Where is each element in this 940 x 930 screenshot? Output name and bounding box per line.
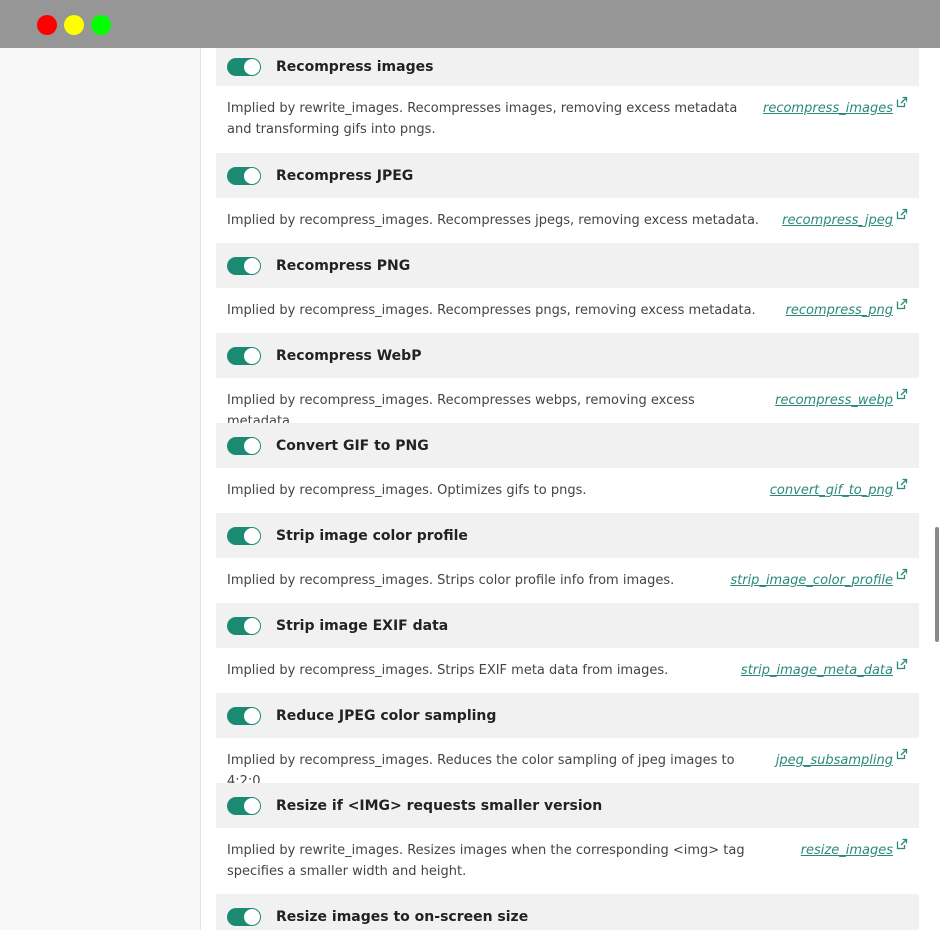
setting-header: Recompress WebP (216, 333, 919, 378)
setting-header: Resize if <IMG> requests smaller version (216, 783, 919, 828)
setting-header: Recompress JPEG (216, 153, 919, 198)
setting-doc-link[interactable]: recompress_webp (775, 390, 893, 411)
setting-toggle[interactable] (227, 706, 261, 725)
setting-body: Implied by recompress_images. Recompress… (216, 378, 919, 429)
external-link-icon (896, 838, 908, 850)
setting-description: Implied by recompress_images. Strips EXI… (227, 663, 669, 678)
setting-header: Strip image color profile (216, 513, 919, 558)
setting-title: Strip image EXIF data (276, 617, 449, 634)
setting-body: Implied by recompress_images. Recompress… (216, 198, 919, 243)
setting-description: Implied by recompress_images. Optimizes … (227, 483, 587, 498)
external-link-icon (896, 568, 908, 580)
setting-title: Resize if <IMG> requests smaller version (276, 797, 603, 814)
settings-list: Recompress images Implied by rewrite_ima… (216, 48, 919, 930)
setting-title: Convert GIF to PNG (276, 437, 429, 454)
setting-title: Recompress WebP (276, 347, 422, 364)
setting-title: Recompress images (276, 59, 434, 75)
setting-header: Reduce JPEG color sampling (216, 693, 919, 738)
window-titlebar (0, 0, 940, 48)
toggle-knob (244, 59, 260, 75)
setting-doc-link[interactable]: recompress_images (763, 98, 893, 119)
external-link-icon (896, 208, 908, 220)
setting-body: Implied by recompress_images. Recompress… (216, 288, 919, 333)
scrollbar-thumb[interactable] (935, 527, 939, 642)
setting-header: Convert GIF to PNG (216, 423, 919, 468)
setting-doc-link[interactable]: convert_gif_to_png (770, 480, 893, 501)
external-link-icon (896, 748, 908, 760)
external-link-icon (896, 298, 908, 310)
setting-title: Resize images to on-screen size (276, 908, 529, 925)
setting-body: Implied by recompress_images. Strips EXI… (216, 648, 919, 693)
setting-title: Strip image color profile (276, 527, 468, 544)
setting-body: Implied by recompress_images. Optimizes … (216, 468, 919, 513)
left-sidebar (0, 48, 201, 930)
external-link-icon (896, 478, 908, 490)
setting-doc-link[interactable]: recompress_jpeg (782, 210, 893, 231)
setting-toggle[interactable] (227, 796, 261, 815)
toggle-knob (244, 908, 260, 925)
setting-description: Implied by rewrite_images. Resizes image… (227, 843, 745, 879)
setting-doc-link[interactable]: resize_images (801, 840, 893, 861)
setting-body: Implied by rewrite_images. Recompresses … (216, 86, 919, 153)
toggle-knob (244, 527, 260, 544)
setting-doc-link[interactable]: recompress_png (786, 300, 894, 321)
setting-description: Implied by recompress_images. Recompress… (227, 213, 760, 228)
setting-toggle[interactable] (227, 526, 261, 545)
external-link-icon (896, 96, 908, 108)
toggle-knob (244, 257, 260, 274)
toggle-knob (244, 617, 260, 634)
close-window-button[interactable] (37, 15, 57, 35)
setting-title: Recompress JPEG (276, 167, 414, 184)
setting-description: Implied by rewrite_images. Recompresses … (227, 101, 738, 137)
setting-description: Implied by recompress_images. Strips col… (227, 573, 675, 588)
setting-title: Recompress PNG (276, 257, 411, 274)
setting-toggle[interactable] (227, 346, 261, 365)
setting-doc-link[interactable]: strip_image_meta_data (741, 660, 893, 681)
setting-body: Implied by recompress_images. Reduces th… (216, 738, 919, 789)
setting-body: Implied by rewrite_images. Resizes image… (216, 828, 919, 894)
setting-toggle[interactable] (227, 166, 261, 185)
setting-description: Implied by recompress_images. Recompress… (227, 303, 756, 318)
setting-toggle[interactable] (227, 616, 261, 635)
minimize-window-button[interactable] (64, 15, 84, 35)
setting-header: Recompress images (216, 48, 919, 86)
setting-toggle[interactable] (227, 58, 261, 76)
setting-header: Recompress PNG (216, 243, 919, 288)
toggle-knob (244, 797, 260, 814)
setting-toggle[interactable] (227, 907, 261, 926)
setting-doc-link[interactable]: jpeg_subsampling (776, 750, 893, 771)
toggle-knob (244, 437, 260, 454)
setting-header: Resize images to on-screen size (216, 894, 919, 930)
setting-body: Implied by recompress_images. Strips col… (216, 558, 919, 603)
external-link-icon (896, 658, 908, 670)
setting-toggle[interactable] (227, 436, 261, 455)
toggle-knob (244, 707, 260, 724)
toggle-knob (244, 347, 260, 364)
toggle-knob (244, 167, 260, 184)
maximize-window-button[interactable] (91, 15, 111, 35)
setting-doc-link[interactable]: strip_image_color_profile (730, 570, 893, 591)
external-link-icon (896, 388, 908, 400)
setting-toggle[interactable] (227, 256, 261, 275)
setting-header: Strip image EXIF data (216, 603, 919, 648)
setting-title: Reduce JPEG color sampling (276, 707, 497, 724)
